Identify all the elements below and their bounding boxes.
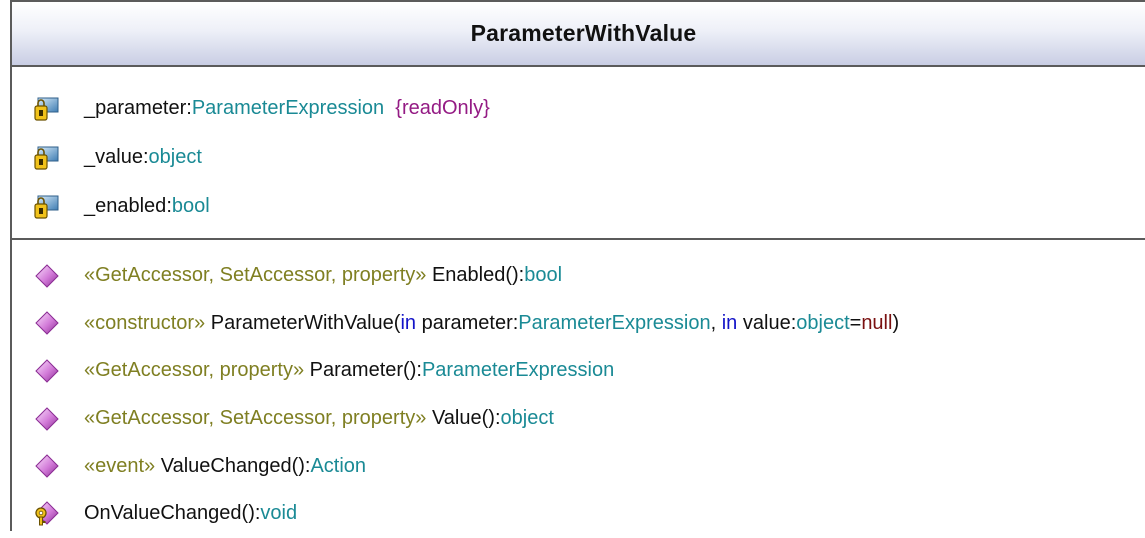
operations-compartment: «GetAccessor, SetAccessor, property» Ena… xyxy=(12,240,1145,538)
operation-row[interactable]: «constructor» ParameterWithValue(in para… xyxy=(12,300,1145,348)
attribute-constraint: {readOnly} xyxy=(395,97,490,119)
attribute-row[interactable]: _value:object xyxy=(12,133,1145,182)
parameter-name: value xyxy=(742,311,791,334)
operation-row[interactable]: «GetAccessor, property» Parameter():Para… xyxy=(12,347,1145,395)
param-comma: , xyxy=(710,311,722,334)
operation-return-type: void xyxy=(260,502,298,525)
operation-stereotype: «GetAccessor, property» xyxy=(84,359,305,382)
private-field-lock-icon xyxy=(12,96,72,122)
operation-name: Parameter() xyxy=(309,359,417,382)
protected-method-key-icon xyxy=(12,501,82,527)
close-paren: ) xyxy=(892,311,900,334)
attributes-compartment: _parameter:ParameterExpression {readOnly… xyxy=(12,67,1145,240)
operation-return-type: ParameterExpression xyxy=(421,359,615,382)
operation-name: Value() xyxy=(431,407,495,430)
private-field-lock-icon xyxy=(12,145,72,171)
operation-name: ValueChanged() xyxy=(160,454,305,477)
operation-row[interactable]: OnValueChanged():void xyxy=(12,490,1145,538)
operation-return-type: object xyxy=(500,407,554,430)
attribute-row[interactable]: _enabled:bool xyxy=(12,182,1145,231)
parameter-type: ParameterExpression xyxy=(518,311,711,334)
uml-class-box[interactable]: ParameterWithValue _parameter:ParameterE… xyxy=(10,0,1145,531)
operation-stereotype: «event» xyxy=(84,454,156,477)
attribute-name: _parameter xyxy=(84,97,187,119)
operation-row[interactable]: «event» ValueChanged():Action xyxy=(12,442,1145,490)
public-method-diamond-icon xyxy=(12,264,82,288)
class-header: ParameterWithValue xyxy=(12,2,1145,67)
attribute-type: object xyxy=(148,146,202,168)
attribute-row[interactable]: _parameter:ParameterExpression {readOnly… xyxy=(12,84,1145,133)
public-method-diamond-icon xyxy=(12,359,82,383)
operation-row[interactable]: «GetAccessor, SetAccessor, property» Ena… xyxy=(12,252,1145,300)
public-method-diamond-icon xyxy=(12,311,82,336)
default-equals: = xyxy=(849,311,862,334)
operation-name: Enabled() xyxy=(431,264,519,287)
attribute-type: bool xyxy=(171,195,210,217)
public-method-diamond-icon xyxy=(12,406,82,431)
public-method-diamond-icon xyxy=(12,454,82,478)
attribute-name: _enabled xyxy=(84,195,167,217)
attribute-type: ParameterExpression xyxy=(191,97,385,119)
parameter-default-value: null xyxy=(861,311,893,334)
parameter-name: parameter xyxy=(421,311,513,334)
attribute-name: _value xyxy=(84,146,143,168)
private-field-lock-icon xyxy=(12,194,72,220)
operation-return-type: bool xyxy=(524,264,563,287)
operation-return-type: Action xyxy=(310,454,367,477)
param-direction-keyword: in xyxy=(721,311,738,334)
operation-row[interactable]: «GetAccessor, SetAccessor, property» Val… xyxy=(12,395,1145,443)
operation-stereotype: «GetAccessor, SetAccessor, property» xyxy=(84,264,427,287)
operation-name: OnValueChanged() xyxy=(84,502,255,525)
operation-stereotype: «constructor» xyxy=(84,311,206,334)
operation-stereotype: «GetAccessor, SetAccessor, property» xyxy=(84,407,427,430)
parameter-type: object xyxy=(796,311,850,334)
param-direction-keyword: in xyxy=(400,311,417,334)
class-name: ParameterWithValue xyxy=(470,20,697,46)
operation-name: ParameterWithValue( xyxy=(210,311,401,334)
